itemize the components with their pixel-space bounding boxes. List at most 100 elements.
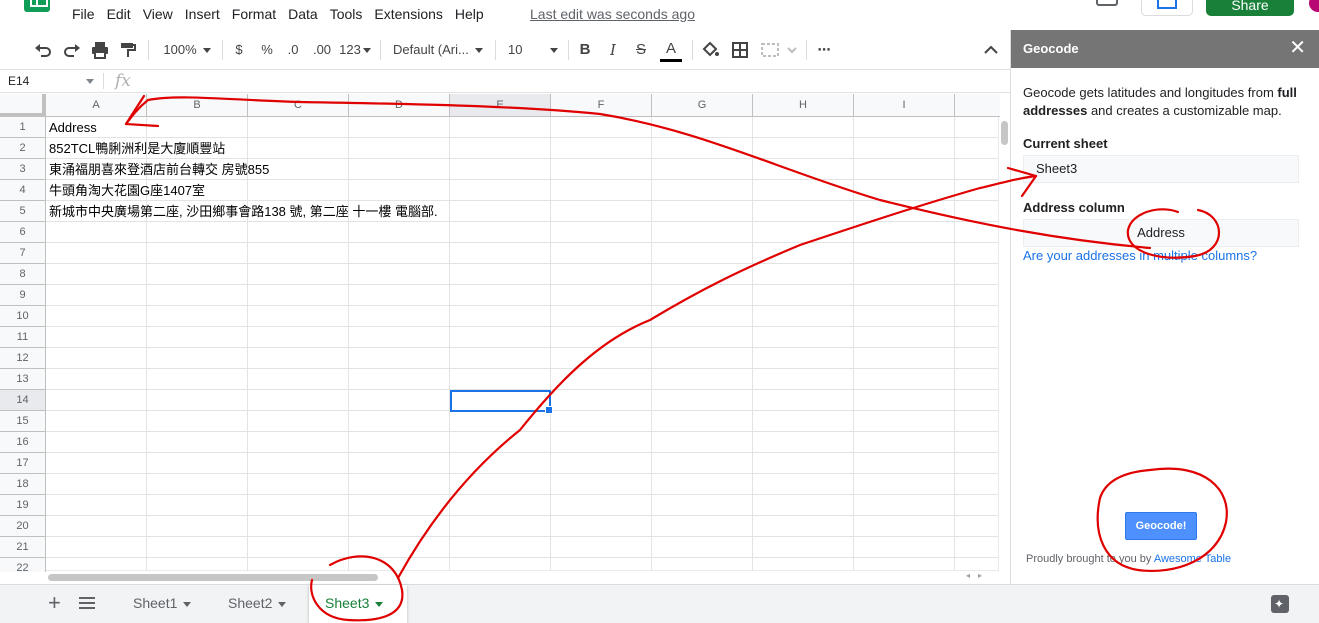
sheets-window: File Edit View Insert Format Data Tools … — [0, 0, 1319, 623]
explore-icon[interactable] — [1271, 595, 1289, 613]
row-header[interactable]: 2 — [0, 138, 46, 159]
menu-insert[interactable]: Insert — [183, 6, 227, 22]
row-header[interactable]: 21 — [0, 537, 46, 558]
row-header[interactable]: 17 — [0, 453, 46, 474]
column-header-g[interactable]: G — [652, 94, 753, 117]
avatar[interactable] — [1309, 0, 1319, 12]
font-select[interactable]: Default (Ari... — [393, 40, 487, 60]
name-box[interactable]: E14 — [0, 70, 100, 92]
multiple-columns-link[interactable]: Are your addresses in multiple columns? — [1023, 248, 1257, 263]
add-sheet-icon[interactable]: + — [48, 591, 61, 615]
select-all-corner[interactable] — [0, 94, 46, 117]
column-header-c[interactable]: C — [248, 94, 349, 117]
column-header-b[interactable]: B — [147, 94, 248, 117]
zoom-select[interactable]: 100% — [158, 40, 216, 60]
all-sheets-icon[interactable] — [79, 597, 95, 609]
menu-tools[interactable]: Tools — [328, 6, 370, 22]
toolbar-divider — [148, 40, 149, 60]
awesome-table-link[interactable]: Awesome Table — [1154, 553, 1231, 565]
fx-icon: fx — [115, 71, 131, 91]
menu-view[interactable]: View — [141, 6, 180, 22]
row-header[interactable]: 18 — [0, 474, 46, 495]
vertical-scroll-thumb[interactable] — [1001, 121, 1008, 145]
row-header[interactable]: 11 — [0, 327, 46, 348]
italic-button[interactable]: I — [605, 40, 621, 60]
cell-a1[interactable]: Address — [49, 117, 97, 138]
more-formats-select[interactable]: 123 — [338, 40, 372, 60]
spreadsheet-grid[interactable]: A B C D E F G H I 1 2 3 4 5 6 7 8 9 10 1… — [0, 94, 1010, 572]
sheet-tab-sheet1[interactable]: Sheet1 — [113, 585, 209, 623]
borders-icon[interactable] — [730, 40, 750, 60]
close-icon[interactable]: ✕ — [1289, 37, 1306, 59]
bold-button[interactable]: B — [577, 40, 593, 60]
column-header-a[interactable]: A — [46, 94, 147, 117]
row-header[interactable]: 12 — [0, 348, 46, 369]
menu-data[interactable]: Data — [286, 6, 325, 22]
menu-format[interactable]: Format — [230, 6, 283, 22]
panel-description: Geocode gets latitudes and longitudes fr… — [1023, 84, 1311, 120]
column-header-d[interactable]: D — [349, 94, 450, 117]
share-button[interactable]: Share — [1206, 0, 1294, 16]
cell-a5[interactable]: 新城市中央廣場第二座, 沙田鄉事會路138 號, 第二座 十一樓 電腦部. — [49, 201, 438, 222]
menu-edit[interactable]: Edit — [105, 6, 138, 22]
print-icon[interactable] — [90, 40, 110, 60]
horizontal-scrollbar[interactable] — [46, 570, 998, 583]
row-header[interactable]: 5 — [0, 201, 46, 222]
row-header[interactable]: 9 — [0, 285, 46, 306]
present-button[interactable] — [1141, 0, 1193, 16]
more-icon[interactable]: ⋯ — [814, 40, 834, 60]
menu-file[interactable]: File — [70, 6, 102, 22]
cell-a2[interactable]: 852TCL鴨脷洲利是大廈順豐站 — [49, 138, 225, 159]
fill-color-icon[interactable] — [700, 40, 720, 60]
undo-icon[interactable] — [33, 40, 53, 60]
row-header[interactable]: 14 — [0, 390, 46, 411]
current-sheet-select[interactable]: Sheet3 — [1023, 155, 1299, 183]
comment-history-icon[interactable] — [1096, 0, 1118, 6]
text-color-button[interactable]: A — [660, 40, 682, 62]
row-header[interactable]: 7 — [0, 243, 46, 264]
menu-help[interactable]: Help — [453, 6, 491, 22]
row-header[interactable]: 15 — [0, 411, 46, 432]
active-cell-e14[interactable] — [450, 390, 553, 414]
redo-icon[interactable] — [62, 40, 82, 60]
decrease-decimal-button[interactable]: .0 — [283, 40, 303, 60]
row-header[interactable]: 22 — [0, 558, 46, 572]
row-header[interactable]: 16 — [0, 432, 46, 453]
merge-cells-icon[interactable] — [760, 40, 800, 60]
row-header[interactable]: 13 — [0, 369, 46, 390]
collapse-menus-icon[interactable] — [982, 40, 1000, 60]
row-header[interactable]: 4 — [0, 180, 46, 201]
font-size-value: 10 — [508, 42, 523, 57]
scroll-arrows[interactable]: ◂▸ — [966, 571, 990, 580]
sheet-tab-sheet2[interactable]: Sheet2 — [208, 585, 307, 623]
column-header-f[interactable]: F — [551, 94, 652, 117]
column-header-h[interactable]: H — [753, 94, 854, 117]
column-header-e[interactable]: E — [450, 94, 551, 117]
row-header[interactable]: 1 — [0, 117, 46, 138]
cell-a3[interactable]: 東涌福朋喜來登酒店前台轉交 房號855 — [49, 159, 269, 180]
geocode-button[interactable]: Geocode! — [1125, 512, 1197, 540]
row-header[interactable]: 3 — [0, 159, 46, 180]
last-edit-link[interactable]: Last edit was seconds ago — [530, 6, 695, 22]
menu-extensions[interactable]: Extensions — [372, 6, 449, 22]
row-header[interactable]: 20 — [0, 516, 46, 537]
currency-format-button[interactable]: $ — [230, 40, 248, 60]
sheet-tab-sheet3[interactable]: Sheet3 — [309, 585, 407, 623]
strikethrough-button[interactable]: S — [633, 40, 649, 60]
cell-a4[interactable]: 牛頭角淘大花園G座1407室 — [49, 180, 205, 201]
row-header[interactable]: 8 — [0, 264, 46, 285]
row-header[interactable]: 19 — [0, 495, 46, 516]
font-size-select[interactable]: 10 — [508, 40, 562, 60]
address-column-select[interactable]: Address — [1023, 219, 1299, 247]
column-header-partial[interactable] — [955, 94, 1000, 117]
horizontal-scroll-thumb[interactable] — [48, 574, 378, 581]
percent-format-button[interactable]: % — [258, 40, 276, 60]
cell-area[interactable]: Address 852TCL鴨脷洲利是大廈順豐站 東涌福朋喜來登酒店前台轉交 房… — [46, 117, 998, 572]
paint-format-icon[interactable] — [118, 40, 138, 60]
increase-decimal-button[interactable]: .00 — [310, 40, 334, 60]
row-header[interactable]: 6 — [0, 222, 46, 243]
vertical-scrollbar[interactable] — [998, 117, 1010, 572]
sheets-logo-icon[interactable] — [24, 0, 50, 12]
row-header[interactable]: 10 — [0, 306, 46, 327]
column-header-i[interactable]: I — [854, 94, 955, 117]
